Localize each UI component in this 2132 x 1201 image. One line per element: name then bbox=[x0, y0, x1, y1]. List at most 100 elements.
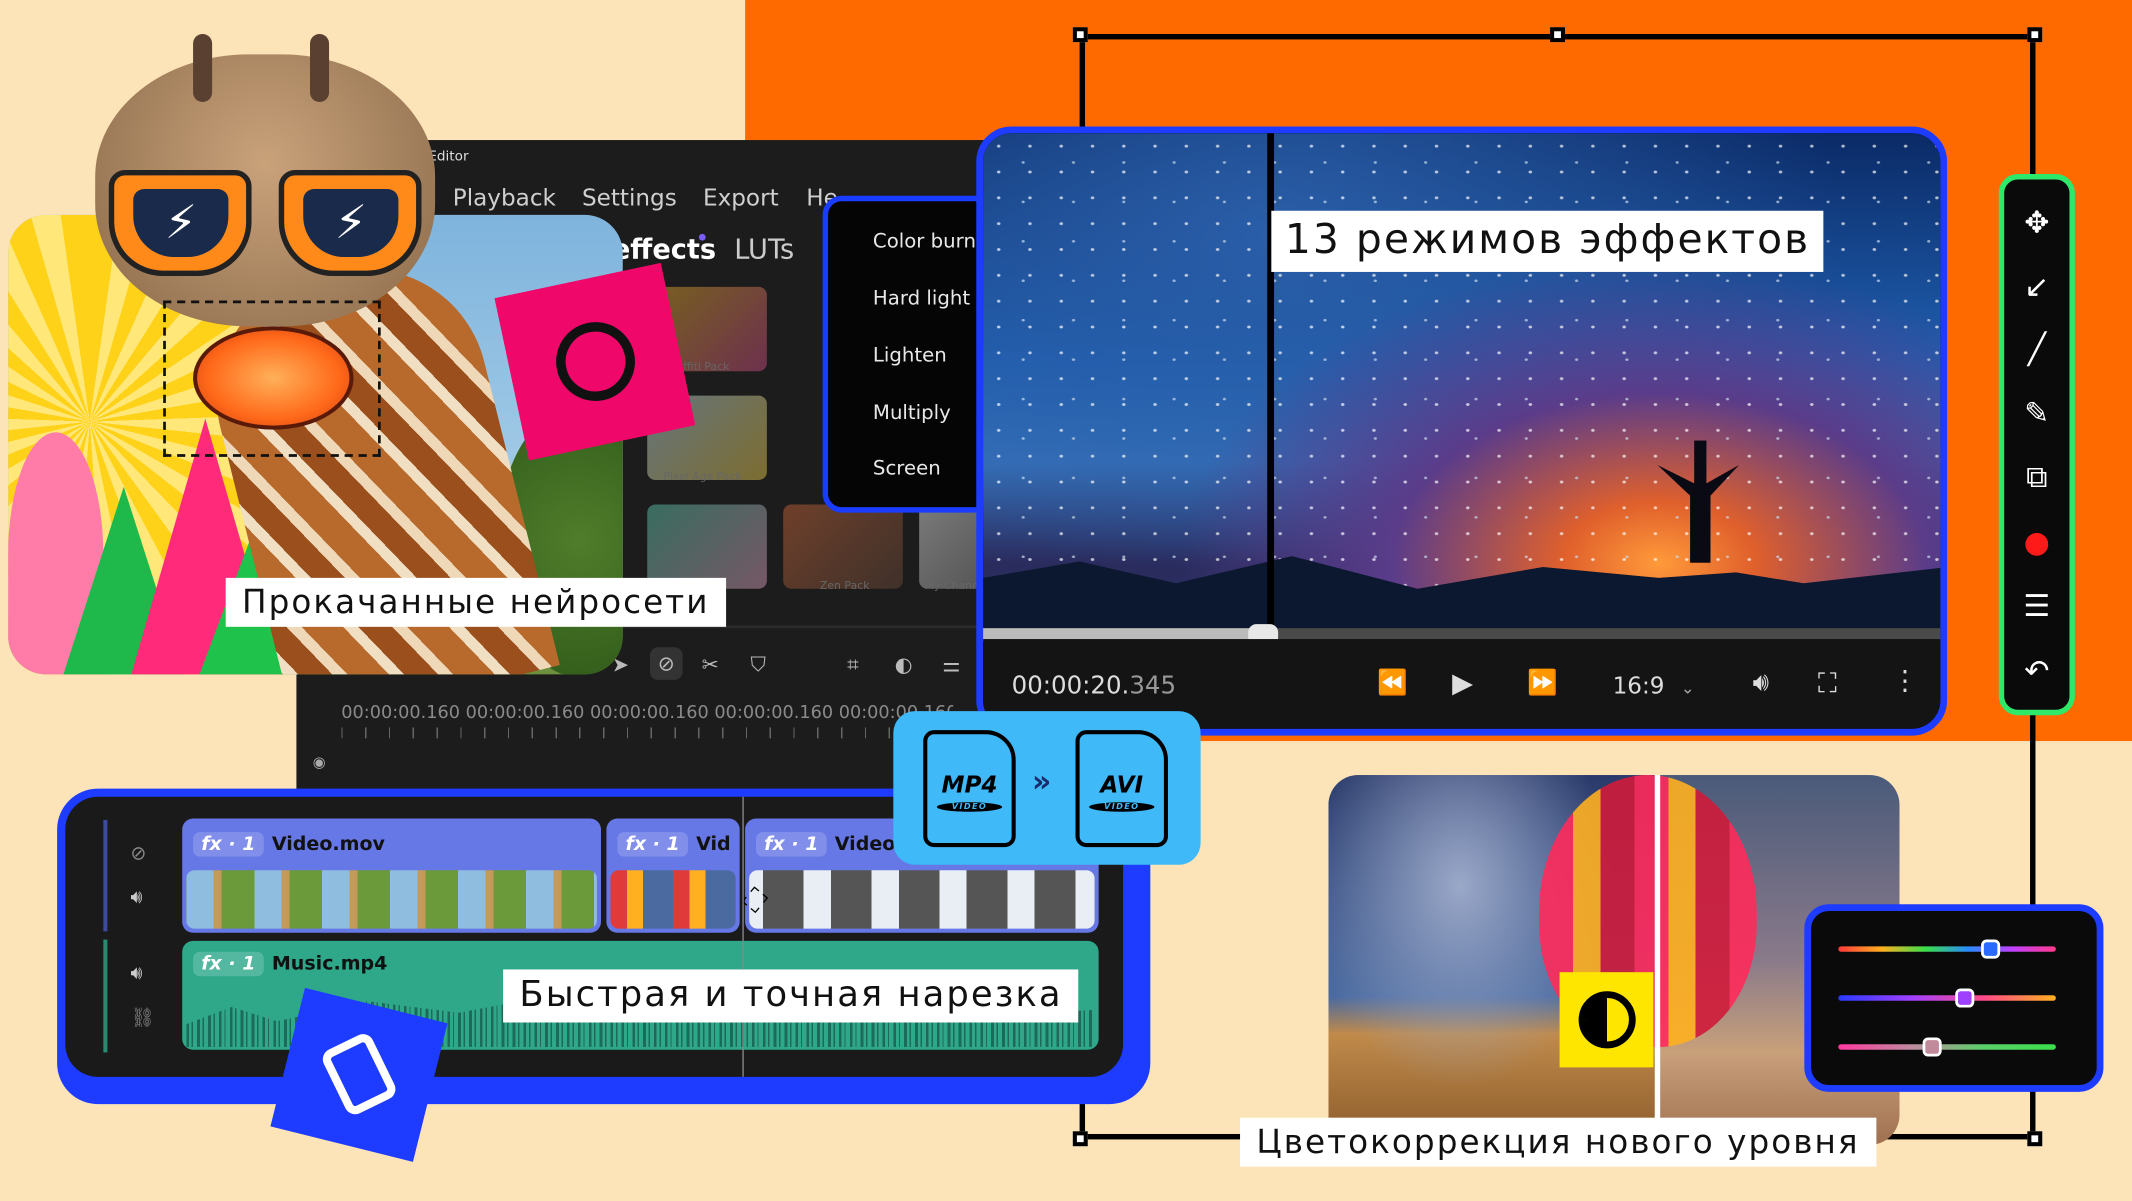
stars bbox=[983, 133, 1941, 640]
slider-knob[interactable] bbox=[1954, 988, 1975, 1008]
clip-name: Vid bbox=[696, 833, 731, 856]
volume-icon[interactable]: 🔊︎ bbox=[131, 963, 143, 985]
clip-header: fx · 1 Vid bbox=[606, 819, 739, 868]
tint-slider[interactable] bbox=[1838, 1037, 2056, 1057]
mp4-file-icon: MP4 VIDEO bbox=[923, 730, 1016, 848]
fullscreen-icon[interactable]: ⛶ bbox=[1818, 666, 1837, 699]
line-weight-icon[interactable]: ☰ bbox=[2004, 590, 2069, 624]
split-line[interactable] bbox=[1654, 775, 1661, 1145]
tab-luts[interactable]: LUTs bbox=[734, 233, 794, 266]
giraffe-horn bbox=[310, 33, 330, 102]
promo-canvas: Editor Playback Settings Export He effec… bbox=[0, 0, 2132, 1201]
pack-label: Zen Pack bbox=[819, 579, 870, 592]
format-subtitle: VIDEO bbox=[936, 802, 1003, 812]
volume-icon[interactable]: 🔊︎ bbox=[1753, 668, 1769, 698]
caption-cutting: Быстрая и точная нарезка bbox=[503, 969, 1079, 1023]
caption-effects: 13 режимов эффектов bbox=[1271, 210, 1824, 272]
chevron-down-icon: ⌄ bbox=[1680, 678, 1695, 698]
video-clip[interactable]: fx · 1 Video.mov bbox=[182, 818, 601, 933]
clip-thumbnails bbox=[610, 870, 736, 929]
frame-handle[interactable] bbox=[1072, 27, 1088, 43]
fx-badge[interactable]: fx · 1 bbox=[755, 832, 827, 857]
fast-forward-icon[interactable]: ⏩ bbox=[1527, 669, 1557, 698]
new-dot bbox=[698, 233, 706, 241]
pack-thumbnail[interactable] bbox=[783, 504, 903, 589]
contrast-icon bbox=[1578, 991, 1636, 1049]
time-ms: 345 bbox=[1129, 671, 1177, 701]
split-line[interactable] bbox=[1267, 133, 1275, 640]
aspect-value: 16:9 bbox=[1612, 673, 1665, 701]
clip-thumbnails bbox=[749, 870, 1095, 929]
window-title: Editor bbox=[428, 149, 469, 165]
frame-handle[interactable] bbox=[2027, 1131, 2043, 1147]
frame-handle[interactable] bbox=[2027, 27, 2043, 43]
clip-name: Video.mov bbox=[271, 833, 385, 856]
frame-handle[interactable] bbox=[1550, 27, 1566, 43]
lips-sticker bbox=[193, 326, 354, 430]
blend-option-multiply[interactable]: Multiply bbox=[873, 402, 951, 424]
hue-slider[interactable] bbox=[1838, 939, 2056, 959]
shapes-icon[interactable]: ⧉ bbox=[2004, 461, 2069, 495]
sunglasses-sticker: ⚡ ⚡ bbox=[108, 169, 422, 279]
adjust-icon[interactable]: ⚌ bbox=[942, 653, 960, 677]
blend-option-hard-light[interactable]: Hard light bbox=[873, 288, 970, 310]
caption-color: Цветокоррекция нового уровня bbox=[1240, 1117, 1876, 1168]
sticker-icon bbox=[548, 314, 643, 409]
timeline-ruler: 00:00:00.160 00:00:00.160 00:00:00.160 0… bbox=[341, 702, 954, 724]
format-subtitle: VIDEO bbox=[1089, 802, 1155, 812]
eye-icon[interactable]: ◉ bbox=[313, 753, 326, 771]
razor-tool-icon[interactable]: ⊘ bbox=[649, 647, 683, 680]
slider-knob[interactable] bbox=[1922, 1037, 1942, 1057]
fx-badge[interactable]: fx · 1 bbox=[193, 832, 264, 857]
hide-track-icon[interactable]: ⊘ bbox=[131, 843, 147, 865]
play-icon[interactable]: ▶ bbox=[1452, 666, 1473, 699]
crop-icon[interactable]: ⌗ bbox=[847, 653, 858, 677]
marker-icon[interactable]: ✎ bbox=[2004, 397, 2069, 431]
blend-option-color-burn[interactable]: Color burn bbox=[873, 231, 976, 253]
video-clip[interactable]: fx · 1 Vid bbox=[606, 818, 740, 933]
aspect-ratio-select[interactable]: 16:9 ⌄ bbox=[1613, 673, 1695, 700]
pack-thumbnail[interactable] bbox=[647, 504, 767, 589]
from-format: MP4 bbox=[941, 772, 998, 800]
pack-label: Pixel Age Pack bbox=[663, 470, 742, 483]
blend-option-lighten[interactable]: Lighten bbox=[873, 345, 947, 367]
video-preview: 13 режимов эффектов 00:00:20.345 ⏪ ▶ ⏩ 1… bbox=[976, 126, 1948, 736]
color-record-icon[interactable]: ● bbox=[2004, 526, 2069, 560]
track-marker bbox=[103, 939, 108, 1053]
frame-handle[interactable] bbox=[1072, 1131, 1088, 1147]
playhead[interactable] bbox=[742, 796, 744, 1077]
giraffe-horn bbox=[193, 33, 213, 102]
format-converter-badge: MP4 VIDEO » AVI VIDEO bbox=[893, 711, 1201, 865]
current-time: 00:00:20.345 bbox=[1012, 672, 1176, 701]
to-format: AVI bbox=[1100, 772, 1144, 800]
saturation-slider[interactable] bbox=[1838, 988, 2056, 1008]
contrast-icon[interactable]: ◐ bbox=[895, 653, 913, 677]
convert-arrow-icon: » bbox=[1032, 765, 1052, 800]
shield-icon[interactable]: ⛉ bbox=[751, 653, 766, 677]
arrow-icon[interactable]: ↙ bbox=[2004, 271, 2069, 305]
color-sliders-panel bbox=[1804, 904, 2104, 1092]
rewind-icon[interactable]: ⏪ bbox=[1377, 669, 1407, 698]
avi-file-icon: AVI VIDEO bbox=[1075, 730, 1168, 848]
scissors-icon[interactable]: ✂ bbox=[702, 653, 719, 677]
volume-icon[interactable]: 🔊︎ bbox=[131, 887, 143, 909]
blend-option-screen[interactable]: Screen bbox=[873, 458, 941, 480]
more-options-icon[interactable]: ⋮ bbox=[1891, 664, 1918, 697]
fx-badge[interactable]: fx · 1 bbox=[617, 832, 688, 857]
clip-name: Music.mp4 bbox=[271, 953, 388, 975]
menu-settings[interactable]: Settings bbox=[582, 185, 677, 212]
move-icon[interactable]: ✥ bbox=[2004, 207, 2069, 241]
undo-icon[interactable]: ↶ bbox=[2004, 655, 2069, 689]
track-marker bbox=[103, 819, 108, 932]
unlink-icon[interactable]: ⛓ bbox=[131, 1008, 155, 1030]
menu-playback[interactable]: Playback bbox=[453, 185, 556, 212]
drawing-toolbar: ✥ ↙ ╱ ✎ ⧉ ● ☰ ↶ bbox=[1998, 174, 2075, 716]
sticker-tile bbox=[494, 262, 696, 461]
time-main: 00:00:20. bbox=[1011, 671, 1130, 701]
slider-knob[interactable] bbox=[1981, 939, 2001, 959]
fx-badge[interactable]: fx · 1 bbox=[193, 951, 264, 977]
line-icon[interactable]: ╱ bbox=[2004, 333, 2069, 367]
clip-thumbnails bbox=[186, 870, 597, 929]
menu-export[interactable]: Export bbox=[703, 185, 779, 212]
ruler-ticks bbox=[341, 727, 954, 739]
